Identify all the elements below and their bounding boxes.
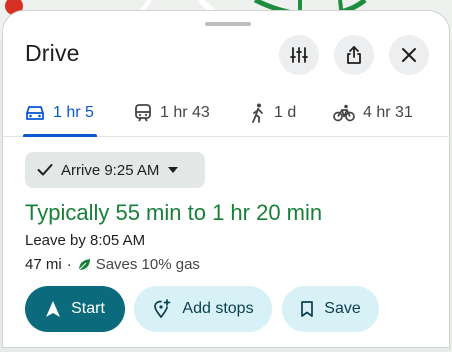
travel-mode-tabs: 1 hr 5 1 hr 43 1 d 4 hr 31 (3, 89, 451, 137)
save-label: Save (324, 300, 361, 317)
route-distance: 47 mi (25, 256, 62, 273)
bike-icon (333, 104, 355, 122)
tab-label: 4 hr 31 (363, 104, 413, 121)
tab-transit[interactable]: 1 hr 43 (134, 89, 210, 137)
active-tab-indicator (23, 134, 97, 137)
tab-label: 1 hr 5 (53, 104, 94, 121)
eco-leaf-icon (78, 258, 90, 270)
add-stops-button[interactable]: Add stops (134, 286, 272, 332)
page-title: Drive (25, 40, 80, 66)
add-location-icon (154, 299, 171, 318)
separator: · (66, 256, 72, 273)
start-label: Start (71, 300, 105, 317)
train-icon (135, 104, 151, 122)
close-button[interactable] (389, 35, 429, 75)
check-icon (37, 164, 53, 176)
tune-icon (290, 47, 308, 63)
walk-icon (252, 103, 263, 123)
dropdown-arrow-icon (168, 167, 179, 173)
route-details: 47 mi · Saves 10% gas (25, 256, 200, 273)
directions-sheet: Drive 1 hr 5 1 hr 43 1 d 4 hr 31 Arrive … (2, 10, 451, 348)
car-icon (26, 106, 44, 120)
options-button[interactable] (279, 35, 319, 75)
navigation-arrow-icon (46, 301, 61, 317)
share-icon (347, 46, 361, 64)
arrive-time-label: Arrive 9:25 AM (61, 161, 160, 179)
gas-savings: Saves 10% gas (95, 256, 200, 273)
typical-duration: Typically 55 min to 1 hr 20 min (25, 200, 323, 225)
tab-label: 1 hr 43 (160, 104, 210, 121)
leave-by-time: Leave by 8:05 AM (25, 232, 146, 249)
drag-handle[interactable] (205, 22, 251, 26)
close-icon (402, 48, 416, 62)
arrive-time-dropdown[interactable]: Arrive 9:25 AM (25, 152, 205, 188)
save-button[interactable]: Save (282, 286, 379, 332)
tab-bike[interactable]: 4 hr 31 (333, 89, 413, 137)
share-button[interactable] (334, 35, 374, 75)
start-button[interactable]: Start (25, 286, 125, 332)
bookmark-icon (301, 301, 314, 317)
tab-drive[interactable]: 1 hr 5 (25, 89, 94, 137)
add-stops-label: Add stops (182, 300, 254, 317)
tab-walk[interactable]: 1 d (250, 89, 296, 137)
tab-label: 1 d (274, 104, 297, 121)
